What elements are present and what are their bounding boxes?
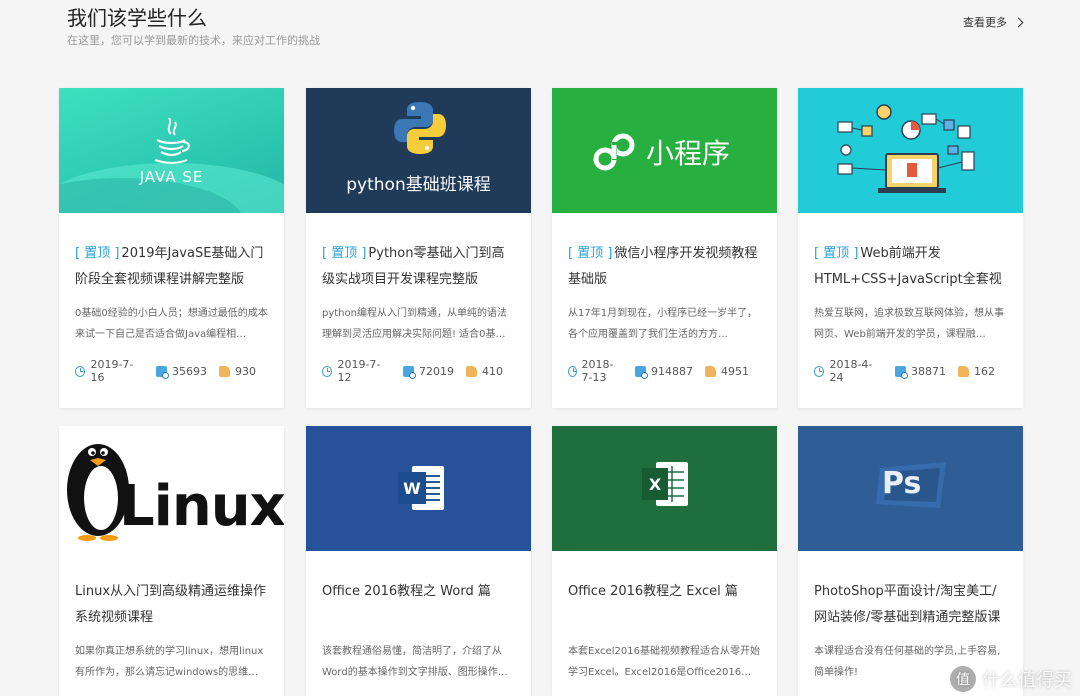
- clock-icon: [568, 365, 577, 377]
- course-thumbnail[interactable]: 小程序: [552, 88, 777, 213]
- course-description: python编程从入门到精通，从单纯的语法理解到灵活应用解决实际问题! 适合0基…: [322, 308, 507, 340]
- course-card-word[interactable]: W Office 2016教程之 Word 篇 该套教程通俗易懂，简洁明了，介绍…: [306, 426, 531, 696]
- course-card-python[interactable]: python基础班课程 [ 置顶 ] Python零基础入门到高级实战项目开发课程…: [306, 88, 531, 408]
- thumbs-up-icon: [705, 365, 716, 377]
- view-count-icon: [635, 365, 648, 379]
- course-title[interactable]: [ 置顶 ] 2019年JavaSE基础入门阶段全套视频课程讲解完整版: [75, 241, 268, 293]
- pinned-tag: [ 置顶 ]: [322, 246, 367, 261]
- thumbs-up-icon: [466, 365, 477, 377]
- pinned-tag: [ 置顶 ]: [75, 246, 120, 261]
- course-meta: 2019-7-16 35693 930: [75, 358, 268, 384]
- course-card-excel[interactable]: X Office 2016教程之 Excel 篇 本套Excel2016基础视频…: [552, 426, 777, 696]
- course-thumbnail[interactable]: W: [306, 426, 531, 551]
- thumbnail-label: 小程序: [646, 137, 731, 170]
- course-views: 38871: [911, 364, 946, 378]
- course-card-photoshop[interactable]: Ps PhotoShop平面设计/淘宝美工/网站装修/零基础到精通完整版课程 本…: [798, 426, 1023, 696]
- section-header: 我们该学些什么 在这里，您可以学到最新的技术，来应对工作的挑战 查看更多: [67, 0, 1027, 60]
- course-meta: 2018-4-24 38871 162: [814, 358, 1007, 384]
- course-views: 914887: [651, 364, 693, 378]
- course-card-linux[interactable]: Linux Linux从入门到高级精通运维操作系统视频课程 如果你真正想系统的学…: [59, 426, 284, 696]
- svg-text:X: X: [649, 475, 662, 494]
- course-thumbnail[interactable]: Linux: [59, 426, 284, 551]
- course-title[interactable]: [ 置顶 ] 微信小程序开发视频教程基础版: [568, 241, 761, 293]
- course-title[interactable]: [ 置顶 ] Python零基础入门到高级实战项目开发课程完整版: [322, 241, 515, 293]
- clock-icon: [322, 365, 333, 377]
- course-card-web[interactable]: [ 置顶 ]Web前端开发HTML+CSS+JavaScript全套视频精英课程…: [798, 88, 1023, 408]
- clock-icon: [75, 365, 86, 377]
- course-date: 2018-4-24: [829, 358, 873, 384]
- course-title[interactable]: [ 置顶 ]Web前端开发HTML+CSS+JavaScript全套视频精英课程: [814, 241, 1007, 293]
- excel-logo-icon: X: [642, 462, 688, 506]
- course-title[interactable]: Office 2016教程之 Excel 篇: [568, 579, 761, 631]
- view-count-icon: [895, 365, 908, 379]
- course-description: 从17年1月到现在，小程序已经一岁半了，各个应用覆盖到了我们生活的方方…: [568, 308, 758, 340]
- course-thumbnail[interactable]: X: [552, 426, 777, 551]
- svg-text:W: W: [403, 479, 421, 498]
- course-likes: 162: [974, 364, 995, 378]
- web-dev-illustration-icon: [837, 104, 975, 193]
- thumbs-up-icon: [958, 365, 969, 377]
- course-card-miniprogram[interactable]: 小程序 [ 置顶 ] 微信小程序开发视频教程基础版 从17年1月到现在，小程序已经…: [552, 88, 777, 408]
- section-subtitle: 在这里，您可以学到最新的技术，来应对工作的挑战: [67, 34, 320, 47]
- course-likes: 4951: [721, 364, 749, 378]
- course-views: 72019: [419, 364, 454, 378]
- view-count-icon: [156, 365, 169, 379]
- course-description: 热爱互联网，追求极致互联网体验，想从事网页、Web前端开发的学员，课程融…: [814, 308, 1004, 340]
- course-card-java[interactable]: JAVA SE [ 置顶 ] 2019年JavaSE基础入门阶段全套视频课程讲解完…: [59, 88, 284, 408]
- watermark-badge: 值: [950, 666, 976, 692]
- java-logo-icon: [154, 117, 190, 164]
- course-description: 如果你真正想系统的学习linux，想用linux有所作为，那么请忘记window…: [75, 646, 264, 678]
- thumbnail-label: Linux: [119, 474, 284, 539]
- course-likes: 410: [482, 364, 503, 378]
- course-date: 2019-7-12: [337, 358, 381, 384]
- course-meta: 2019-7-12 72019 410: [322, 358, 515, 384]
- pinned-tag: [ 置顶 ]: [814, 246, 859, 261]
- course-description: 该套教程通俗易懂，简洁明了，介绍了从Word的基本操作到文字排版、图形操作…: [322, 646, 508, 678]
- course-thumbnail[interactable]: python基础班课程: [306, 88, 531, 213]
- course-title[interactable]: PhotoShop平面设计/淘宝美工/网站装修/零基础到精通完整版课程: [814, 579, 1007, 631]
- chevron-right-icon[interactable]: [1013, 17, 1024, 27]
- course-description: 本套Excel2016基础视频教程适合从零开始学习Excel。Excel2016…: [568, 646, 760, 678]
- thumbnail-label: JAVA SE: [139, 168, 204, 186]
- site-watermark: 值 什么值得买: [950, 666, 1072, 692]
- course-date: 2018-7-13: [581, 358, 614, 384]
- pinned-tag: [ 置顶 ]: [568, 246, 613, 261]
- course-title[interactable]: Linux从入门到高级精通运维操作系统视频课程: [75, 579, 268, 631]
- view-more-link[interactable]: 查看更多: [963, 14, 1027, 30]
- python-logo-icon: [394, 102, 446, 154]
- course-meta: 2018-7-13 914887 4951: [568, 358, 761, 384]
- course-thumbnail[interactable]: [798, 88, 1023, 213]
- section-title: 我们该学些什么: [67, 6, 207, 30]
- course-date: 2019-7-16: [90, 358, 134, 384]
- view-more-label[interactable]: 查看更多: [963, 14, 1007, 30]
- view-count-icon: [403, 365, 416, 379]
- thumbnail-label: python基础班课程: [346, 175, 491, 195]
- course-title[interactable]: Office 2016教程之 Word 篇: [322, 579, 515, 631]
- course-views: 35693: [172, 364, 207, 378]
- thumbs-up-icon: [219, 365, 230, 377]
- word-logo-icon: W: [398, 466, 444, 510]
- course-likes: 930: [235, 364, 256, 378]
- watermark-text: 什么值得买: [982, 670, 1072, 691]
- clock-icon: [814, 365, 825, 377]
- course-description: 0基础0经验的小白人员；想通过最低的成本来试一下自己是否适合做Java编程相…: [75, 308, 268, 340]
- thumbnail-label: Ps: [882, 466, 922, 501]
- course-thumbnail[interactable]: JAVA SE: [59, 88, 284, 213]
- course-thumbnail[interactable]: Ps: [798, 426, 1023, 551]
- miniprogram-logo-icon: [593, 133, 635, 171]
